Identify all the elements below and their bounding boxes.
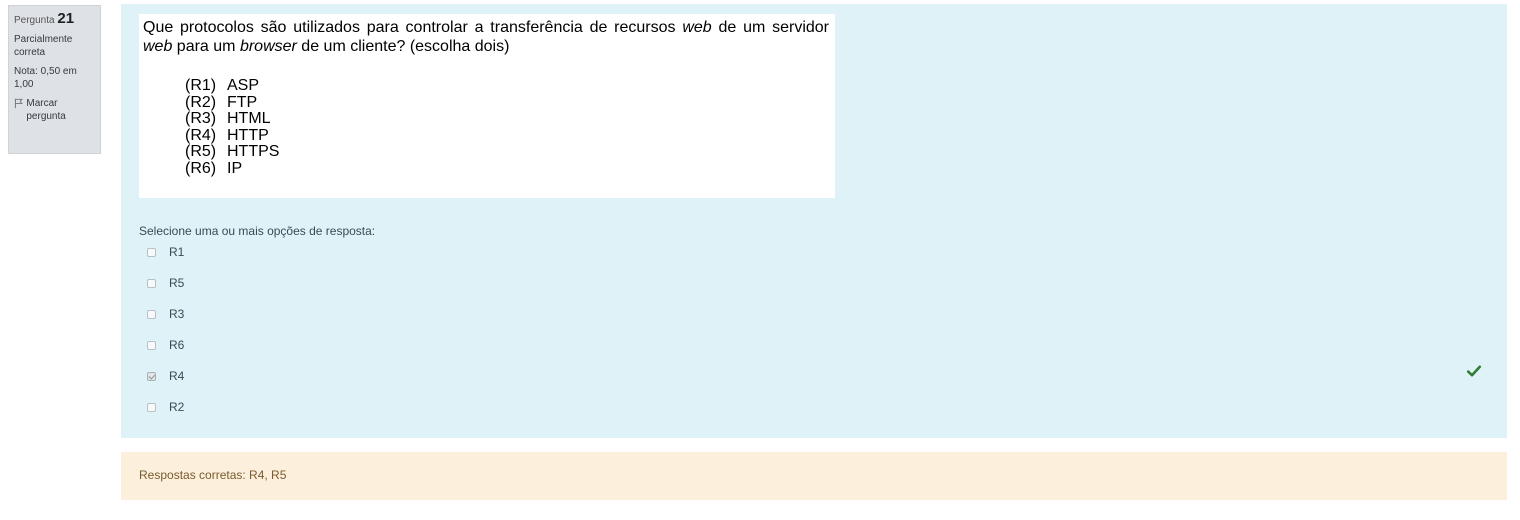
question-number-value: 21 — [57, 10, 75, 27]
answer-option-r5[interactable]: R5 — [147, 275, 184, 291]
question-option: (R1) ASP — [185, 77, 260, 94]
right-answer: Respostas corretas: R4, R5 — [139, 468, 287, 482]
answer-checkbox[interactable] — [147, 278, 156, 288]
answer-label: R4 — [169, 369, 185, 383]
flag-icon — [14, 98, 23, 109]
question-state: Parcialmente correta — [14, 34, 73, 58]
question-number: Pergunta 21 — [14, 10, 95, 27]
feedback-panel: Respostas corretas: R4, R5 — [121, 452, 1507, 500]
answer-label: R2 — [169, 400, 185, 414]
question-option: (R4) HTTP — [185, 126, 269, 144]
answer-label: R6 — [169, 338, 185, 352]
flag-question-link[interactable]: Marcar pergunta — [14, 97, 95, 123]
answer-option-r3[interactable]: R3 — [147, 306, 184, 322]
answer-label: R1 — [169, 245, 185, 259]
question-option: (R2) FTP — [185, 93, 258, 111]
question-grade: Nota: 0,50 em 1,00 — [14, 66, 77, 90]
answer-option-r2[interactable]: R2 — [147, 399, 184, 415]
question-formulation: Que protocolos são utilizados para contr… — [121, 4, 1507, 438]
answer-checkbox[interactable] — [147, 402, 156, 412]
answer-prompt: Selecione uma ou mais opções de resposta… — [139, 224, 376, 238]
question-option: (R3) HTML — [185, 110, 271, 128]
answer-option-r1[interactable]: R1 — [147, 244, 184, 260]
answer-label: R3 — [169, 307, 185, 321]
answer-option-r6[interactable]: R6 — [147, 337, 184, 353]
answer-checkbox[interactable] — [147, 340, 156, 350]
question-label: Pergunta — [14, 15, 55, 26]
check-icon — [1467, 365, 1481, 377]
answer-checkbox[interactable] — [147, 309, 156, 319]
answer-label: R5 — [169, 276, 185, 290]
answer-checkbox[interactable] — [147, 247, 156, 257]
answer-checkbox-checked[interactable] — [147, 371, 156, 381]
question-option: (R5) HTTPS — [185, 143, 280, 161]
question-stem: Que protocolos são utilizados para contr… — [143, 19, 830, 55]
flag-question-label: Marcar pergunta — [26, 98, 66, 122]
answer-option-r4[interactable]: R4 — [147, 368, 184, 384]
question-info-panel: Pergunta 21 Parcialmente correta Nota: 0… — [8, 5, 101, 154]
question-option-list: (R1) ASP (R2) FTP (R3) HTML (R4) HTTP (R5) HT… — [185, 77, 280, 178]
question-image: Que protocolos são utilizados para contr… — [139, 14, 835, 198]
question-option: (R6) IP — [185, 159, 243, 177]
